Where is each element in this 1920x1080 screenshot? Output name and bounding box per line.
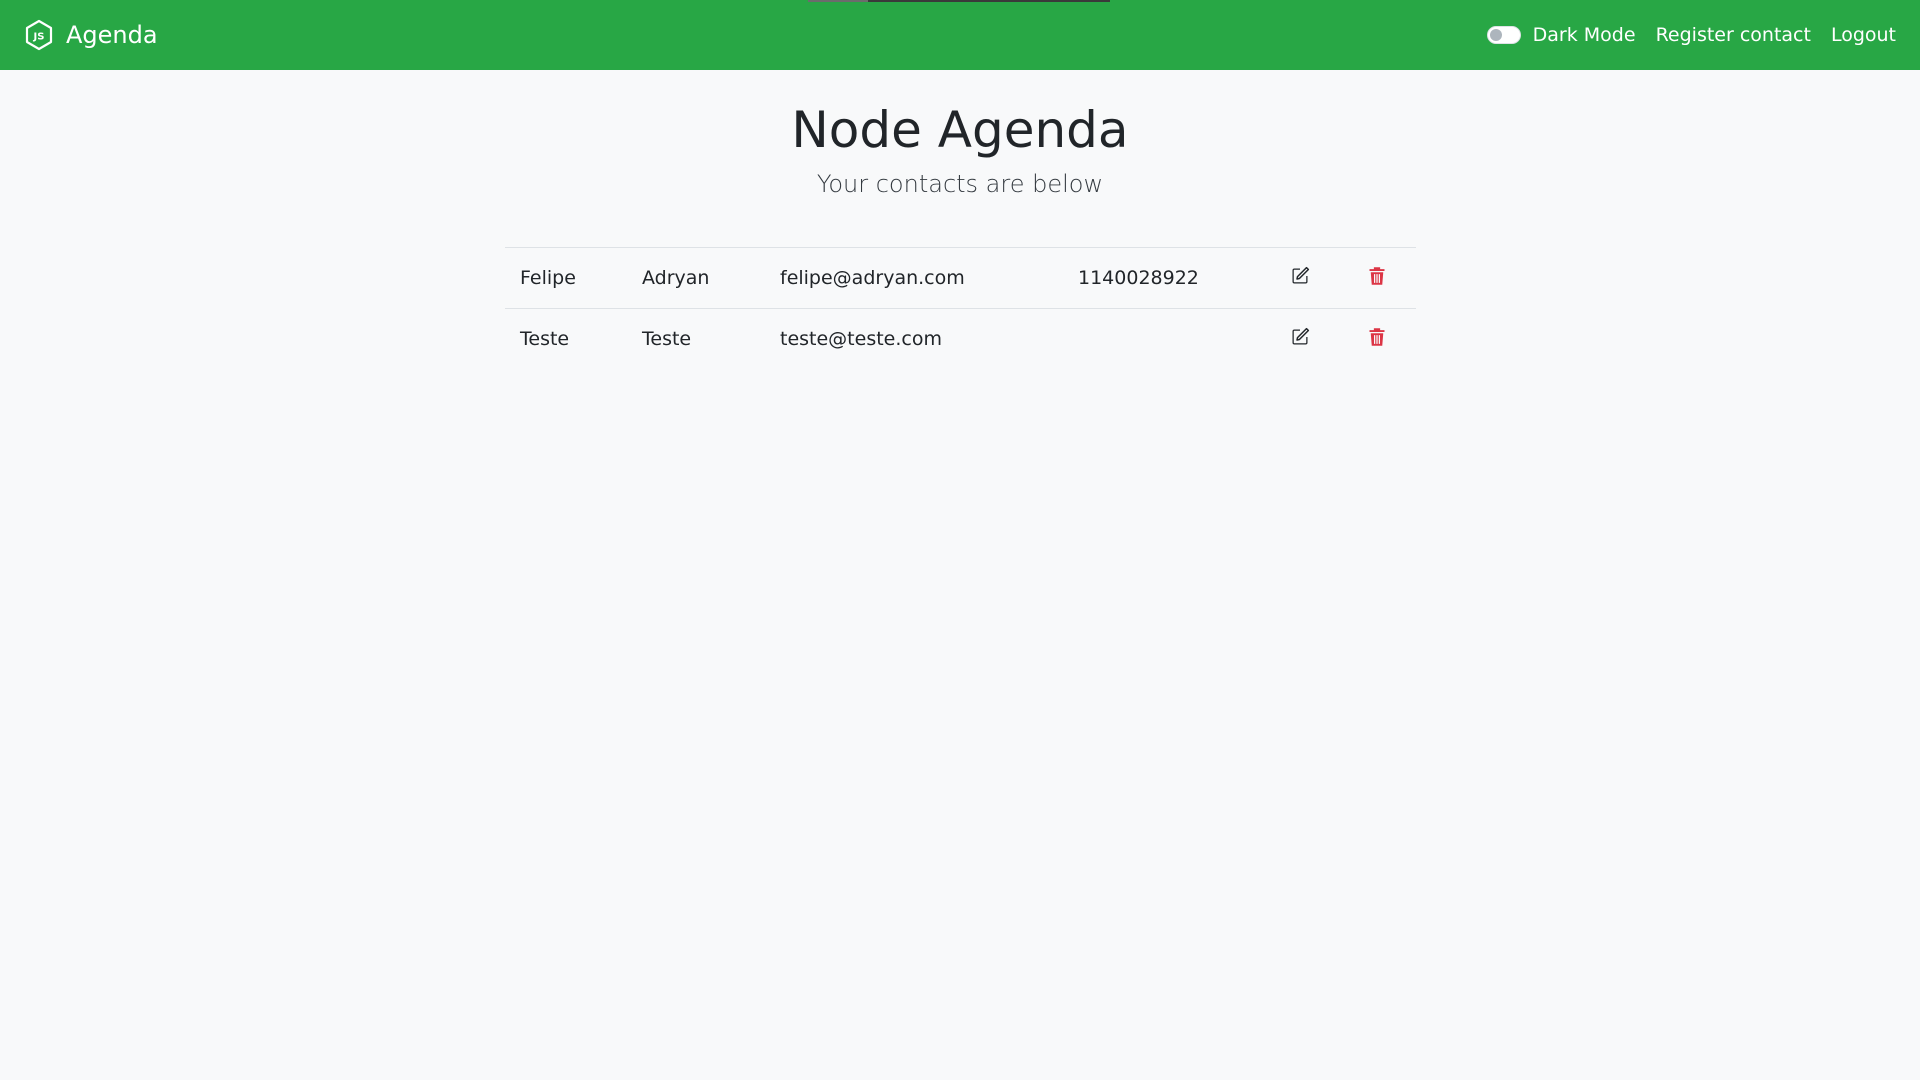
edit-contact-button[interactable]: [1290, 327, 1310, 347]
delete-cell: [1337, 309, 1416, 370]
svg-text:JS: JS: [33, 32, 45, 43]
contact-last-name: Teste: [642, 328, 692, 351]
edit-icon: [1292, 266, 1310, 283]
dark-mode-switch[interactable]: [1486, 26, 1521, 44]
brand-link[interactable]: JS Agenda: [24, 19, 158, 51]
page-title: Node Agenda: [791, 101, 1129, 159]
trash-icon: [1369, 266, 1384, 285]
nav-right: Dark Mode Register contact Logout: [1486, 24, 1896, 46]
contact-first-name: Teste: [520, 328, 570, 351]
page-subtitle: Your contacts are below: [816, 170, 1104, 198]
contact-last-name: Adryan: [642, 267, 710, 289]
contact-phone: [1063, 309, 1263, 370]
table-row: Teste Teste teste@teste.com: [505, 308, 1416, 370]
contact-first-name: Felipe: [520, 267, 576, 289]
delete-contact-button[interactable]: [1367, 266, 1387, 286]
dark-mode-toggle[interactable]: Dark Mode: [1486, 24, 1636, 46]
edit-icon: [1292, 327, 1310, 345]
contact-phone: 1140028922: [1078, 267, 1199, 289]
contact-email: felipe@adryan.com: [780, 267, 965, 289]
edit-cell: [1263, 248, 1337, 309]
register-contact-link[interactable]: Register contact: [1656, 24, 1811, 46]
brand-label: Agenda: [66, 21, 158, 49]
nodejs-icon: JS: [24, 19, 54, 51]
delete-cell: [1337, 248, 1416, 309]
switch-knob: [1489, 29, 1502, 41]
delete-contact-button[interactable]: [1367, 327, 1387, 347]
navbar: JS Agenda Dark Mode Register contact Log…: [0, 0, 1920, 70]
top-accent-bar: [808, 0, 1110, 2]
main-content: Node Agenda Your contacts are below Feli…: [0, 70, 1920, 350]
logout-link[interactable]: Logout: [1831, 24, 1896, 46]
contact-email: teste@teste.com: [780, 328, 942, 351]
dark-mode-label: Dark Mode: [1532, 24, 1636, 46]
table-row: Felipe Adryan felipe@adryan.com 11400289…: [505, 247, 1416, 309]
edit-cell: [1263, 309, 1337, 370]
contacts-table: Felipe Adryan felipe@adryan.com 11400289…: [505, 247, 1416, 370]
edit-contact-button[interactable]: [1290, 266, 1310, 286]
trash-icon: [1369, 328, 1384, 346]
